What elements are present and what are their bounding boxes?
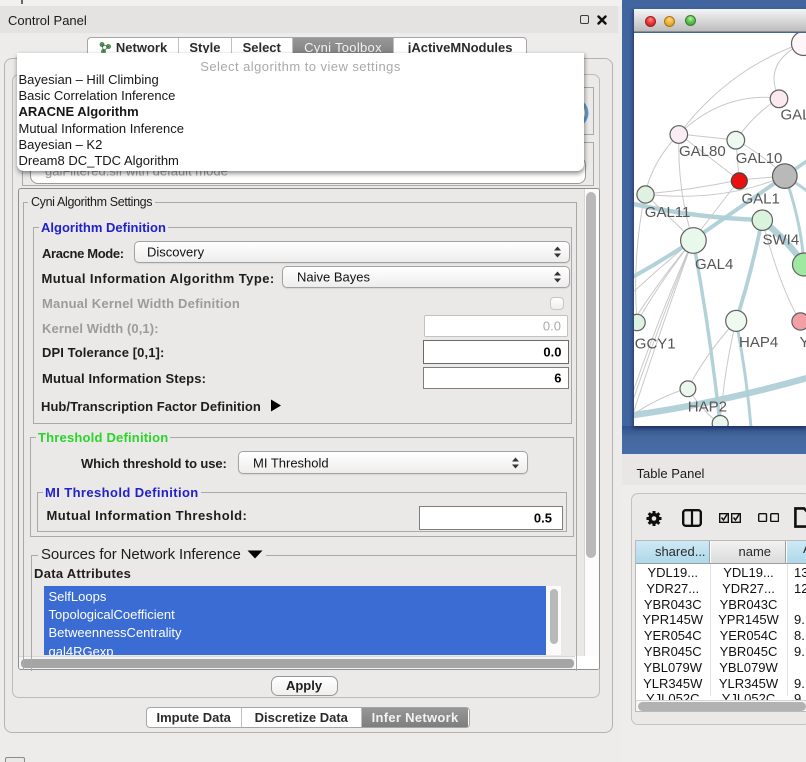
svg-text:GAL1: GAL1 (742, 190, 780, 207)
svg-text:GAL80: GAL80 (679, 143, 726, 160)
svg-text:SWI4: SWI4 (763, 231, 800, 248)
svg-text:GAL10: GAL10 (736, 150, 783, 167)
svg-text:GCY1: GCY1 (635, 335, 676, 352)
svg-text:YEL: YEL (800, 334, 806, 351)
svg-text:HAP2: HAP2 (688, 398, 727, 415)
svg-text:GAL7: GAL7 (781, 106, 806, 123)
svg-text:GAL4: GAL4 (695, 256, 733, 273)
svg-text:GAL11: GAL11 (645, 204, 691, 221)
svg-text:HAP4: HAP4 (739, 334, 778, 351)
